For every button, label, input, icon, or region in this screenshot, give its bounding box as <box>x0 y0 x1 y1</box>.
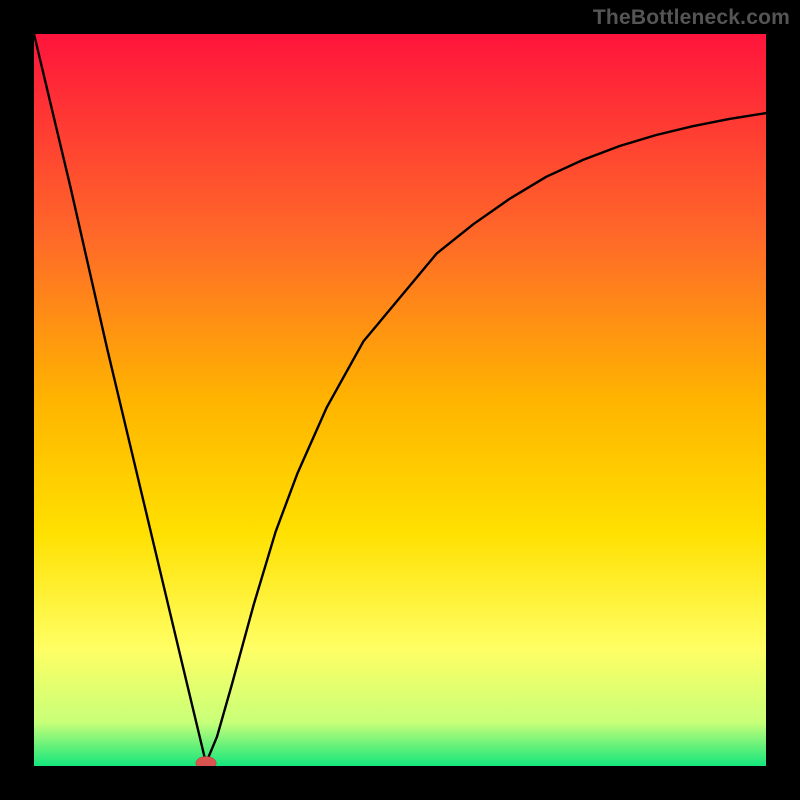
chart-svg <box>34 34 766 766</box>
plot-background <box>34 34 766 766</box>
chart-frame <box>34 34 766 766</box>
watermark-text: TheBottleneck.com <box>593 6 790 30</box>
